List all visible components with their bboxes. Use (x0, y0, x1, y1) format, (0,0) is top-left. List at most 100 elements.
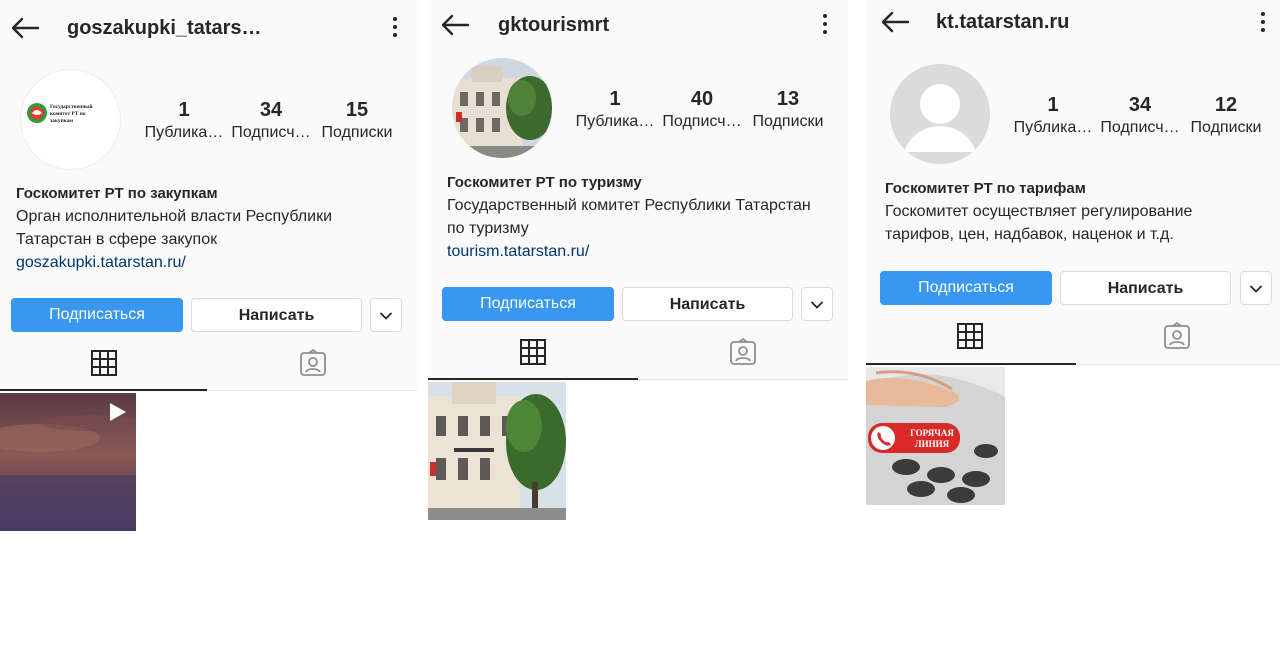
tab-tagged[interactable] (209, 341, 418, 385)
stat-posts-label: Публика… (1013, 119, 1093, 136)
active-tab-indicator (0, 389, 207, 391)
bio-line: Государственный комитет Республики Татар… (447, 197, 811, 214)
stat-posts-label: Публика… (575, 113, 655, 130)
tagged-user-icon (299, 349, 326, 376)
avatar[interactable] (890, 64, 990, 164)
stat-following-value: 12 (1214, 94, 1238, 116)
suggested-dropdown-button[interactable] (370, 298, 402, 332)
svg-text:комитет РТ по: комитет РТ по (50, 111, 86, 117)
bio-line: Госкомитет осуществляет регулирование (885, 203, 1193, 220)
stat-followers-value: 34 (1128, 94, 1152, 116)
message-button[interactable]: Написать (1060, 271, 1231, 305)
bio-line: по туризму (447, 220, 529, 237)
stat-posts[interactable]: 1 Публика… (1008, 93, 1098, 139)
back-arrow-icon[interactable] (880, 10, 910, 34)
stat-followers-label: Подписч… (231, 124, 311, 141)
profile-panel-goszakupki: goszakupki_tatars… Государственный комит… (0, 0, 417, 662)
stat-followers-value: 34 (259, 99, 283, 121)
svg-text:Государственный: Государственный (50, 103, 93, 110)
hotline-badge-line: ЛИНИЯ (914, 439, 950, 449)
post-thumbnail[interactable]: ГОРЯЧАЯ ЛИНИЯ (866, 367, 1005, 505)
profile-username: kt.tatarstan.ru (936, 11, 1070, 33)
hotline-badge-line: ГОРЯЧАЯ (910, 428, 954, 438)
stat-followers[interactable]: 40 Подписч… (657, 87, 747, 133)
post-thumbnail[interactable] (0, 393, 136, 531)
stat-posts-value: 1 (1047, 94, 1059, 116)
play-icon (110, 403, 126, 421)
stat-followers-label: Подписч… (662, 113, 742, 130)
default-user-icon (890, 64, 990, 164)
profile-bio: Госкомитет РТ по закупкам Орган исполнит… (16, 182, 406, 274)
stat-posts-value: 1 (609, 88, 621, 110)
follow-button[interactable]: Подписаться (442, 287, 614, 321)
profile-username: goszakupki_tatars… (67, 17, 262, 39)
back-arrow-icon[interactable] (440, 13, 470, 37)
top-bar: kt.tatarstan.ru (866, 0, 1280, 54)
stat-following-label: Подписки (1190, 119, 1262, 136)
website-link[interactable]: tourism.tatarstan.ru/ (447, 240, 842, 263)
website-link[interactable]: goszakupki.tatarstan.ru/ (16, 251, 406, 274)
chevron-down-icon (1250, 285, 1262, 293)
tagged-user-icon (1163, 322, 1190, 349)
profile-name: Госкомитет РТ по туризму (447, 174, 642, 191)
message-button[interactable]: Написать (191, 298, 362, 332)
stat-following-value: 15 (345, 99, 369, 121)
stat-followers[interactable]: 34 Подписч… (1095, 93, 1185, 139)
more-options-icon[interactable] (1259, 12, 1267, 34)
more-options-icon[interactable] (391, 17, 399, 39)
stat-following-label: Подписки (321, 124, 393, 141)
follow-button[interactable]: Подписаться (11, 298, 183, 332)
stat-following[interactable]: 12 Подписки (1181, 93, 1271, 139)
tab-grid[interactable] (866, 314, 1073, 358)
profile-panel-gktourismrt: gktourismrt 1 Публика… 40 Подписч… 13 По… (428, 0, 848, 662)
bio-line: Орган исполнительной власти Республики (16, 208, 333, 225)
profile-bio: Госкомитет РТ по туризму Государственный… (447, 171, 842, 263)
tab-tagged[interactable] (1073, 314, 1280, 358)
bio-line: Татарстан в сфере закупок (16, 231, 218, 248)
svg-text:закупкам: закупкам (50, 118, 73, 124)
follow-button[interactable]: Подписаться (880, 271, 1052, 305)
tagged-user-icon (730, 338, 756, 365)
grid-icon (956, 323, 983, 349)
bio-line: тарифов, цен, надбавок, наценок и т.д. (885, 226, 1174, 243)
post-thumbnail[interactable] (428, 382, 566, 520)
tab-grid[interactable] (428, 330, 638, 374)
profile-username: gktourismrt (498, 14, 610, 36)
chevron-down-icon (811, 301, 823, 309)
building-photo (428, 382, 566, 520)
committee-logo-icon: Государственный комитет РТ по закупкам (27, 103, 93, 124)
chevron-down-icon (380, 312, 392, 320)
avatar[interactable] (452, 58, 552, 158)
top-bar: gktourismrt (428, 0, 848, 54)
tab-grid[interactable] (0, 341, 209, 385)
stat-following-value: 13 (776, 88, 800, 110)
active-tab-indicator (866, 363, 1076, 365)
stat-posts[interactable]: 1 Публика… (139, 98, 229, 144)
grid-icon (520, 339, 546, 365)
tab-tagged[interactable] (638, 330, 848, 374)
suggested-dropdown-button[interactable] (801, 287, 833, 321)
stat-followers[interactable]: 34 Подписч… (226, 98, 316, 144)
hotline-badge: ГОРЯЧАЯ ЛИНИЯ (904, 428, 960, 450)
stat-following[interactable]: 13 Подписки (743, 87, 833, 133)
profile-name: Госкомитет РТ по тарифам (885, 180, 1086, 197)
stat-following-label: Подписки (752, 113, 824, 130)
avatar[interactable]: Государственный комитет РТ по закупкам (20, 69, 121, 170)
building-photo (452, 58, 552, 158)
stat-posts-value: 1 (178, 99, 190, 121)
stat-posts-label: Публика… (144, 124, 224, 141)
active-tab-indicator (428, 378, 638, 380)
message-button[interactable]: Написать (622, 287, 793, 321)
grid-icon (91, 350, 118, 376)
stat-following[interactable]: 15 Подписки (312, 98, 402, 144)
more-options-icon[interactable] (821, 14, 829, 36)
profile-name: Госкомитет РТ по закупкам (16, 185, 218, 202)
stat-posts[interactable]: 1 Публика… (570, 87, 660, 133)
profile-panel-kt-tatarstan: kt.tatarstan.ru 1 Публика… 34 Подписч… 1… (866, 0, 1280, 662)
stat-followers-value: 40 (690, 88, 714, 110)
suggested-dropdown-button[interactable] (1240, 271, 1272, 305)
profile-bio: Госкомитет РТ по тарифам Госкомитет осущ… (885, 177, 1275, 246)
top-bar: goszakupki_tatars… (0, 0, 417, 54)
back-arrow-icon[interactable] (10, 16, 40, 40)
stat-followers-label: Подписч… (1100, 119, 1180, 136)
